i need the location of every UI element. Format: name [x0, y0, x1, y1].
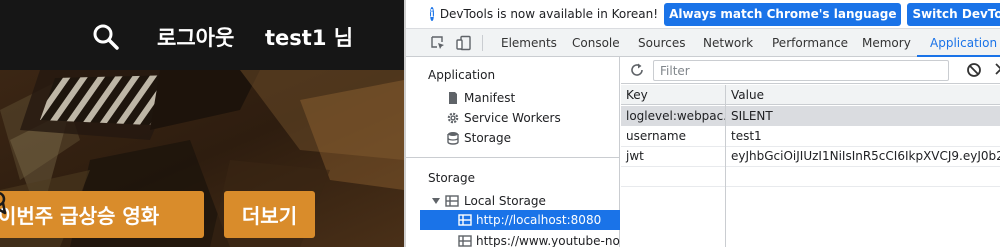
site-header: 로그아웃 test1 님	[0, 0, 404, 70]
row-value: test1	[731, 129, 762, 143]
grid-icon	[458, 214, 472, 226]
sidebar-item-label: Storage	[464, 131, 511, 145]
tab-sources[interactable]: Sources	[638, 29, 685, 57]
user-greeting: test1 님	[265, 26, 354, 50]
expand-triangle-icon[interactable]	[432, 197, 440, 205]
devtools-tab-bar: Elements Console Sources Network Perform…	[406, 29, 1000, 57]
sidebar-heading-storage: Storage	[428, 171, 475, 185]
sidebar-item-label: Service Workers	[464, 111, 561, 125]
sidebar-item-label: Local Storage	[464, 194, 546, 208]
website-panel: 로그아웃 test1 님 이번주 급상승 영화 더보기	[0, 0, 404, 247]
tab-console[interactable]: Console	[572, 29, 620, 57]
always-match-language-button[interactable]: Always match Chrome's language	[664, 2, 902, 26]
sidebar-item-local-storage[interactable]: Local Storage	[432, 191, 546, 211]
logout-link[interactable]: 로그아웃	[157, 22, 234, 52]
tab-elements[interactable]: Elements	[501, 29, 557, 57]
award-icon	[0, 192, 7, 215]
trending-movies-button[interactable]: 이번주 급상승 영화	[0, 191, 204, 238]
row-value: eyJhbGciOiJIUzI1NiIsInR5cCI6IkpXVCJ9.eyJ…	[731, 149, 1000, 163]
sidebar-item-service-workers[interactable]: Service Workers	[446, 108, 561, 128]
sidebar-separator	[406, 157, 620, 158]
table-header: Key Value	[621, 85, 1000, 105]
application-sidebar: Application Manifest Service Workers Sto…	[406, 57, 620, 247]
row-divider	[621, 166, 1000, 167]
switch-to-korean-button[interactable]: Switch DevTools to Korean	[907, 2, 1000, 26]
row-value: SILENT	[731, 109, 773, 123]
column-header-key[interactable]: Key	[621, 85, 648, 105]
infobar-message: DevTools is now available in Korean!	[439, 7, 659, 21]
grid-icon	[445, 195, 459, 207]
table-row[interactable]: jwt eyJhbGciOiJIUzI1NiIsInR5cCI6IkpXVCJ9…	[621, 146, 1000, 166]
more-label: 더보기	[241, 204, 298, 228]
inspect-element-icon[interactable]	[430, 35, 446, 51]
table-row[interactable]: username test1	[621, 126, 1000, 146]
sidebar-item-storage[interactable]: Storage	[446, 128, 511, 148]
column-divider[interactable]	[725, 85, 726, 247]
delete-selected-icon[interactable]	[994, 61, 1000, 77]
column-header-value[interactable]: Value	[726, 85, 764, 105]
row-key: loglevel:webpac...	[626, 109, 725, 123]
gear-icon	[447, 112, 459, 124]
info-icon: i	[430, 7, 434, 21]
row-key: username	[626, 129, 686, 143]
device-toolbar-icon[interactable]	[456, 35, 472, 51]
tab-separator	[482, 35, 483, 51]
sidebar-heading-application: Application	[428, 68, 496, 82]
filter-input[interactable]	[653, 60, 949, 81]
tab-network[interactable]: Network	[703, 29, 753, 57]
table-row[interactable]: loglevel:webpac... SILENT	[621, 106, 1000, 126]
language-infobar: i DevTools is now available in Korean! A…	[406, 0, 1000, 29]
trending-label: 이번주 급상승 영화	[0, 204, 160, 228]
storage-toolbar	[621, 57, 1000, 84]
origin-label: https://www.youtube-nocoo	[476, 234, 620, 247]
clear-all-icon[interactable]	[966, 62, 982, 78]
search-icon[interactable]	[92, 23, 120, 51]
refresh-icon[interactable]	[629, 62, 645, 78]
origin-item-youtube[interactable]: https://www.youtube-nocoo	[458, 231, 620, 247]
row-divider	[621, 146, 1000, 147]
sidebar-item-label: Manifest	[464, 91, 516, 105]
tab-memory[interactable]: Memory	[862, 29, 911, 57]
origin-label: http://localhost:8080	[476, 213, 602, 227]
more-button[interactable]: 더보기	[224, 191, 315, 238]
storage-view: Key Value loglevel:webpac... SILENT user…	[621, 57, 1000, 247]
database-icon	[447, 132, 459, 145]
tab-application[interactable]: Application	[930, 29, 997, 57]
movie-banner: 이번주 급상승 영화 더보기	[0, 70, 404, 247]
row-key: jwt	[626, 149, 644, 163]
row-divider	[621, 186, 1000, 187]
sidebar-item-manifest[interactable]: Manifest	[446, 88, 515, 108]
document-icon	[449, 92, 457, 104]
grid-icon	[458, 235, 472, 247]
origin-item-localhost[interactable]: http://localhost:8080	[458, 210, 601, 230]
devtools-panel: i DevTools is now available in Korean! A…	[406, 0, 1000, 247]
tab-performance[interactable]: Performance	[772, 29, 848, 57]
